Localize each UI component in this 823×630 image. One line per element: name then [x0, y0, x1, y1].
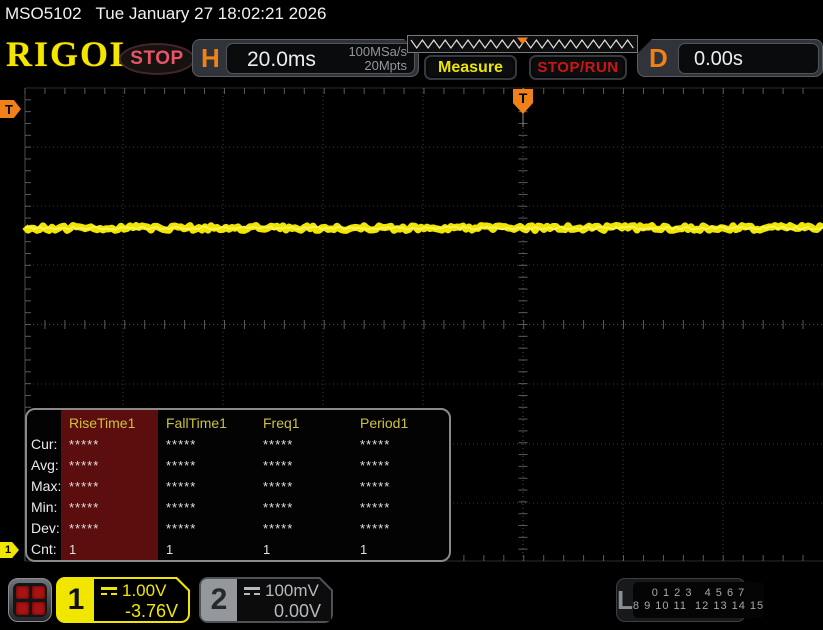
measurement-table: RiseTime1 FallTime1 Freq1 Period1 Cur: *…: [27, 410, 449, 560]
table-cell: *****: [352, 434, 449, 455]
waveform-preview-trace: [408, 36, 637, 52]
grid-menu-button[interactable]: [8, 578, 52, 622]
channel1-offset: -3.76V: [101, 601, 182, 621]
ch1-offset-marker-label: 1: [5, 544, 11, 556]
table-row-label: Avg:: [27, 455, 61, 476]
stop-run-button[interactable]: STOP/RUN: [529, 55, 627, 80]
delay-box[interactable]: 0.00s: [678, 43, 819, 74]
channel1-info: 1.00V -3.76V: [94, 579, 188, 621]
channel1-number: 1: [58, 579, 94, 621]
table-row-label: Cnt:: [27, 539, 61, 560]
table-cell: *****: [255, 476, 352, 497]
table-cell: *****: [61, 476, 158, 497]
acquisition-info: 100MSa/s 20Mpts: [348, 45, 407, 73]
table-cell: *****: [61, 455, 158, 476]
measure-button[interactable]: Measure: [424, 55, 517, 80]
horizontal-panel[interactable]: H 20.0ms 100MSa/s 20Mpts: [192, 39, 419, 77]
logic-channels-badge[interactable]: L 0 1 2 3 4 5 6 7 8 9 10 11 12 13 14 15: [616, 578, 746, 622]
channel2-badge[interactable]: 2 100mV 0.00V: [199, 577, 333, 623]
acquisition-status-text: STOP: [130, 48, 183, 70]
grid-square: [16, 586, 29, 599]
grid-square: [32, 586, 45, 599]
delay-panel[interactable]: D 0.00s: [637, 39, 823, 77]
table-cell: 1: [61, 539, 158, 560]
channel1-scale-row: 1.00V: [101, 581, 182, 601]
horizontal-h-label: H: [201, 44, 220, 72]
timebase-value: 20.0ms: [247, 48, 316, 72]
grid-square: [32, 602, 45, 615]
logic-label: L: [617, 585, 633, 616]
table-row-label: Min:: [27, 497, 61, 518]
table-row-label: Max:: [27, 476, 61, 497]
grid-menu-icon: [13, 583, 47, 617]
table-cell: *****: [255, 455, 352, 476]
table-cell: *****: [158, 497, 255, 518]
table-col-header: RiseTime1: [61, 410, 158, 434]
table-cell: 1: [352, 539, 449, 560]
table-cell: *****: [352, 497, 449, 518]
model-name: MSO5102: [5, 4, 82, 23]
table-cell: *****: [158, 518, 255, 539]
table-cell: *****: [255, 497, 352, 518]
table-cell: 1: [158, 539, 255, 560]
trigger-level-marker-label: T: [5, 102, 13, 117]
memory-depth: 20Mpts: [348, 59, 407, 73]
waveform-preview[interactable]: [407, 35, 638, 53]
table-cell: 1: [255, 539, 352, 560]
table-cell: *****: [158, 434, 255, 455]
datetime: Tue January 27 18:02:21 2026: [96, 4, 327, 23]
channel2-body: 2 100mV 0.00V: [201, 579, 331, 621]
oscilloscope-screen: MSO5102 Tue January 27 18:02:21 2026 RIGO…: [0, 0, 823, 630]
table-cell: *****: [255, 518, 352, 539]
sample-rate: 100MSa/s: [348, 45, 407, 59]
table-corner: [27, 410, 61, 434]
channel2-scale-row: 100mV: [244, 581, 325, 601]
table-row-label: Dev:: [27, 518, 61, 539]
table-col-header: Freq1: [255, 410, 352, 434]
titlebar: MSO5102 Tue January 27 18:02:21 2026: [5, 4, 326, 24]
table-cell: *****: [158, 476, 255, 497]
table-cell: *****: [255, 434, 352, 455]
channel2-offset: 0.00V: [244, 601, 325, 621]
logic-digits-row2: 8 9 10 11 12 13 14 15: [633, 600, 764, 613]
rigol-logo: RIGOL: [6, 36, 136, 72]
table-cell: *****: [352, 518, 449, 539]
channel1-badge[interactable]: 1 1.00V -3.76V: [56, 577, 190, 623]
logic-digits-box: 0 1 2 3 4 5 6 7 8 9 10 11 12 13 14 15: [633, 582, 764, 618]
table-col-header: FallTime1: [158, 410, 255, 434]
channel1-body: 1 1.00V -3.76V: [58, 579, 188, 621]
timebase-box[interactable]: 20.0ms 100MSa/s 20Mpts: [226, 43, 415, 74]
logic-digits-row1: 0 1 2 3 4 5 6 7: [633, 587, 764, 600]
acquisition-status-badge: STOP: [119, 43, 195, 75]
trigger-position-marker-label: T: [519, 90, 528, 106]
table-col-header: Period1: [352, 410, 449, 434]
measurement-results-panel[interactable]: RiseTime1 FallTime1 Freq1 Period1 Cur: *…: [25, 408, 451, 562]
grid-square: [16, 602, 29, 615]
table-cell: *****: [61, 497, 158, 518]
delay-value: 0.00s: [694, 48, 743, 71]
table-cell: *****: [352, 455, 449, 476]
table-cell: *****: [61, 434, 158, 455]
channel2-scale: 100mV: [265, 581, 319, 601]
table-cell: *****: [352, 476, 449, 497]
table-row-label: Cur:: [27, 434, 61, 455]
dc-coupling-icon: [101, 587, 117, 595]
channel1-scale: 1.00V: [122, 581, 166, 601]
table-cell: *****: [61, 518, 158, 539]
delay-d-label: D: [649, 44, 668, 72]
stop-run-button-label: STOP/RUN: [537, 59, 618, 76]
dc-coupling-icon: [244, 587, 260, 595]
channel2-info: 100mV 0.00V: [237, 579, 331, 621]
measure-button-label: Measure: [438, 59, 503, 77]
channel2-number: 2: [201, 579, 237, 621]
table-cell: *****: [158, 455, 255, 476]
